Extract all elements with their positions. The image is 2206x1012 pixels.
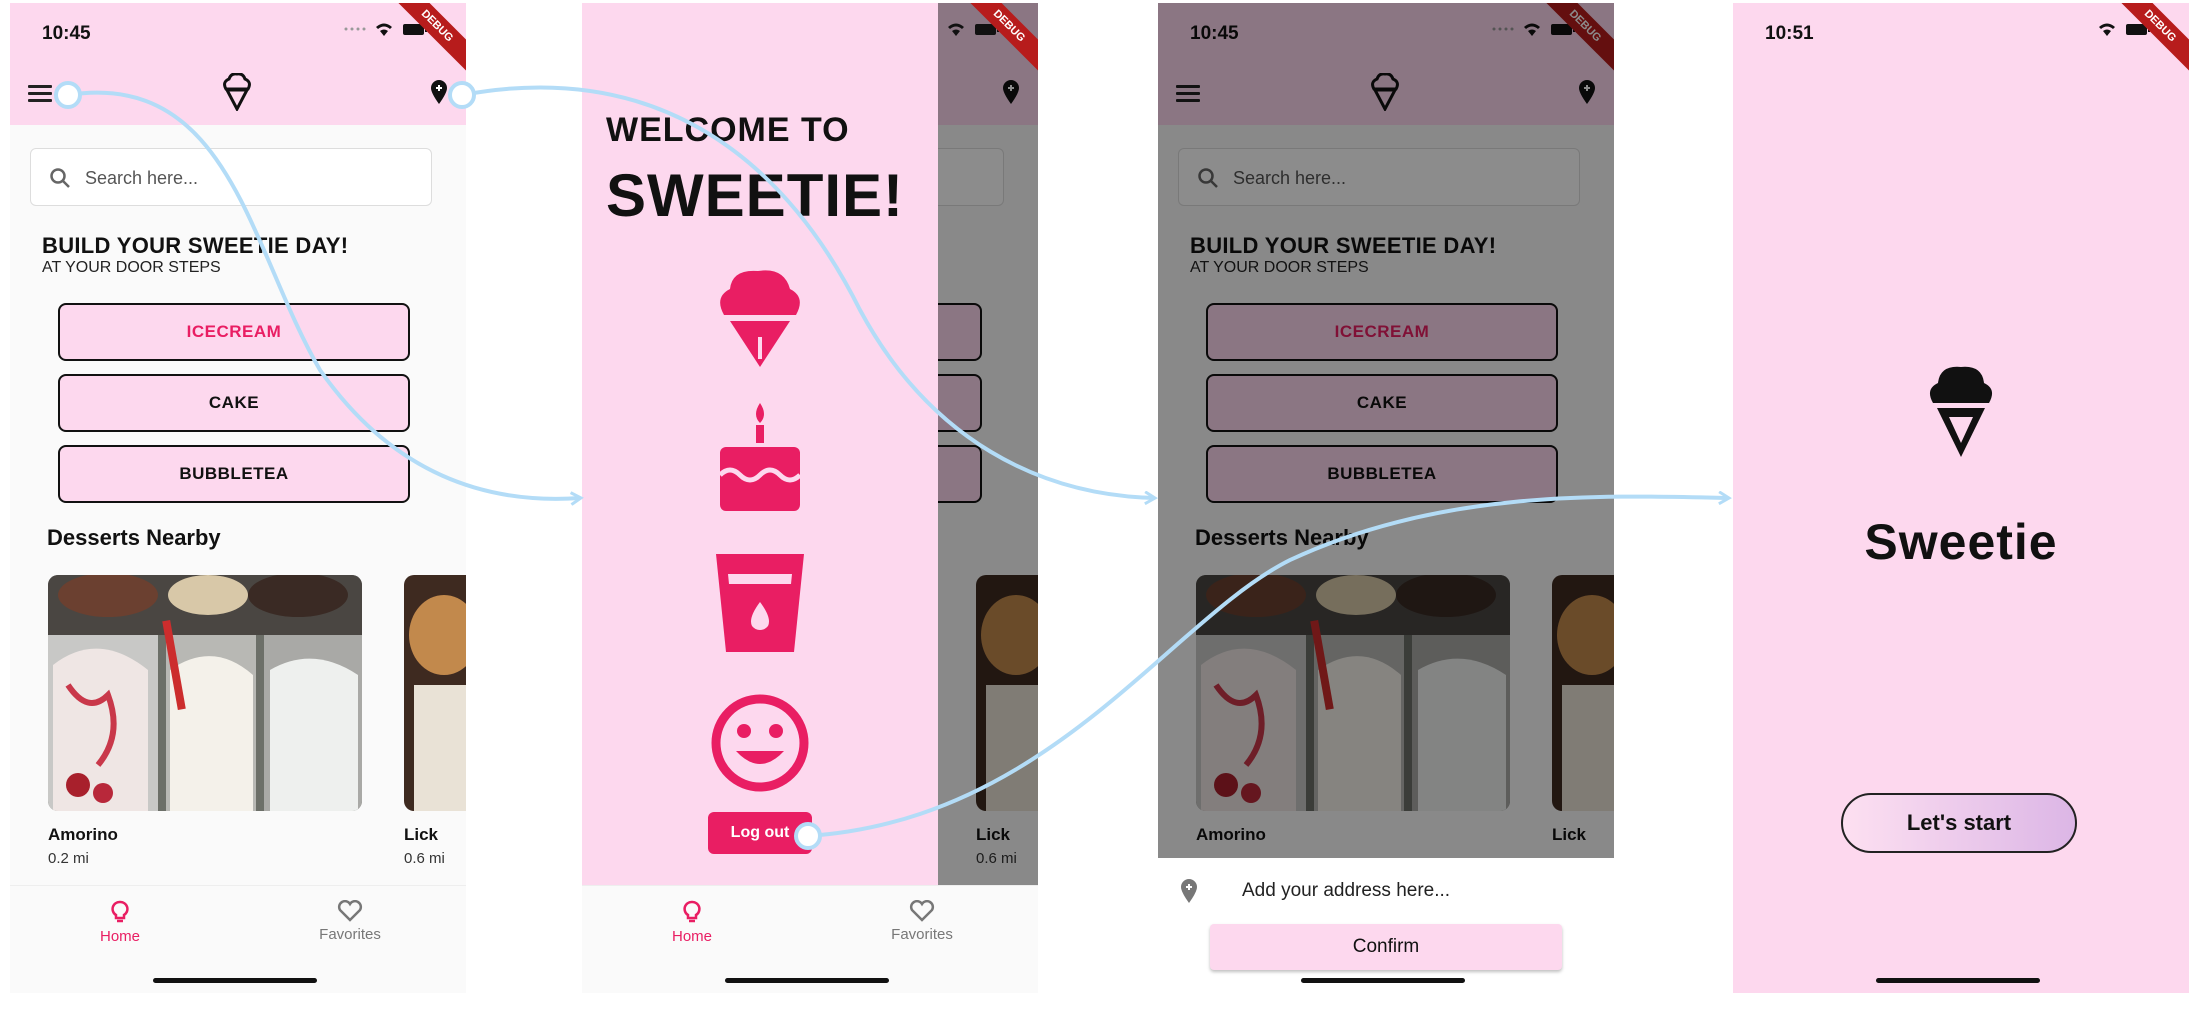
status-time: 10:51 (1765, 23, 1814, 44)
heart-icon (909, 899, 935, 922)
home-headline: BUILD YOUR SWEETIE DAY! (42, 233, 349, 258)
shop-photo-amorino[interactable] (48, 575, 362, 811)
home-indicator (725, 978, 889, 983)
menu-icon[interactable] (28, 85, 52, 103)
drawer-welcome: WELCOME TO (606, 111, 850, 149)
debug-banner: DEBUG (2113, 3, 2189, 73)
address-bottom-sheet: Add your address here... Confirm (1158, 858, 1614, 993)
shop-name-amorino: Amorino (48, 825, 118, 844)
status-bar: 10:51 DEBUG (1733, 3, 2189, 73)
shop-name-lick: Lick (404, 825, 439, 844)
wifi-icon (2099, 23, 2115, 36)
lightbulb-icon (683, 900, 701, 923)
screen-splash: 10:51 DEBUG Sweetie Let's start (1733, 3, 2189, 993)
shop-photo-lick[interactable] (404, 575, 466, 811)
nav-favorites-label: Favorites (891, 926, 953, 943)
location-pin-icon (1181, 879, 1197, 903)
smiley-icon[interactable] (710, 693, 810, 793)
side-drawer: WELCOME TO SWEETIE! Log out (582, 3, 938, 885)
nav-home[interactable]: Home (632, 900, 752, 945)
lets-start-button[interactable]: Let's start (1841, 793, 2077, 853)
nav-favorites-label: Favorites (319, 926, 381, 943)
category-bubbletea-button[interactable]: BUBBLETEA (58, 445, 410, 503)
logout-button[interactable]: Log out (708, 812, 812, 854)
icecream-logo-icon (1929, 366, 1993, 457)
splash-app-title: Sweetie (1864, 514, 2058, 570)
search-icon (50, 168, 70, 188)
confirm-button[interactable]: Confirm (1210, 924, 1562, 970)
category-cake-button[interactable]: CAKE (58, 374, 410, 432)
cake-icon[interactable] (710, 401, 810, 513)
shop-distance-lick: 0.6 mi (404, 850, 445, 867)
wifi-icon (376, 23, 392, 36)
lightbulb-icon (111, 900, 129, 923)
address-input[interactable]: Add your address here... (1242, 880, 1450, 902)
status-bar: 10:45 DEBUG (10, 3, 466, 73)
search-input[interactable]: Search here... (85, 168, 198, 189)
home-indicator (1301, 978, 1465, 983)
wifi-icon (948, 23, 964, 36)
search-bar[interactable]: Search here... (30, 148, 432, 206)
screen-drawer: Lick 0.6 mi 10:45 DEBUG WELCOME TO SWEET… (582, 3, 1038, 993)
heart-icon (337, 899, 363, 922)
home-indicator (1876, 978, 2040, 983)
category-icecream-button[interactable]: ICECREAM (58, 303, 410, 361)
bottom-navigation: Home Favorites (10, 885, 466, 993)
location-pin-icon[interactable] (430, 79, 448, 105)
shop-distance-amorino: 0.2 mi (48, 850, 89, 867)
scrim-overlay[interactable] (1158, 3, 1614, 858)
nav-favorites[interactable]: Favorites (290, 899, 410, 943)
home-subline: AT YOUR DOOR STEPS (42, 259, 221, 276)
nav-home-label: Home (671, 928, 712, 945)
nav-favorites[interactable]: Favorites (862, 899, 982, 943)
status-time: 10:45 (42, 23, 91, 44)
home-indicator (153, 978, 317, 983)
icecream-icon[interactable] (710, 265, 810, 369)
icecream-logo-icon (223, 73, 251, 111)
bottom-navigation: Home Favorites (582, 885, 1038, 993)
screen-home: 10:45 DEBUG Search here... BUILD YOUR SW… (10, 3, 466, 993)
drawer-app-name: SWEETIE! (606, 162, 905, 229)
desserts-nearby-title: Desserts Nearby (47, 525, 221, 550)
nav-home[interactable]: Home (60, 900, 180, 945)
signal-icon (344, 27, 366, 31)
screen-address: 10:45 DEBUG Search here... BUILD YOUR SW… (1158, 3, 1614, 993)
bubbletea-icon[interactable] (710, 550, 810, 654)
nav-home-label: Home (99, 928, 140, 945)
